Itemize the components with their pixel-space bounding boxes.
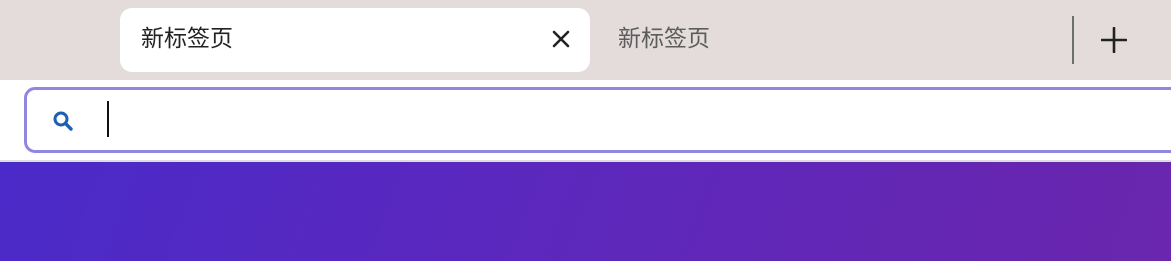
close-icon — [552, 30, 570, 48]
tab-close-button[interactable] — [546, 24, 576, 54]
tab-title: 新标签页 — [618, 26, 710, 52]
search-icon — [53, 111, 73, 131]
new-tab-page-background — [0, 162, 1171, 261]
tab-inactive[interactable]: 新标签页 — [598, 8, 1058, 72]
tab-title: 新标签页 — [141, 26, 233, 52]
tab-strip: 新标签页 新标签页 — [0, 0, 1171, 80]
address-bar[interactable] — [24, 87, 1171, 153]
navigation-toolbar — [0, 80, 1171, 160]
plus-icon — [1101, 27, 1127, 53]
text-caret — [107, 101, 109, 137]
address-input[interactable] — [105, 98, 1165, 142]
browser-window: 新标签页 新标签页 — [0, 0, 1171, 261]
tab-divider — [1072, 16, 1074, 64]
new-tab-button[interactable] — [1094, 20, 1134, 60]
tab-active[interactable]: 新标签页 — [120, 8, 590, 72]
